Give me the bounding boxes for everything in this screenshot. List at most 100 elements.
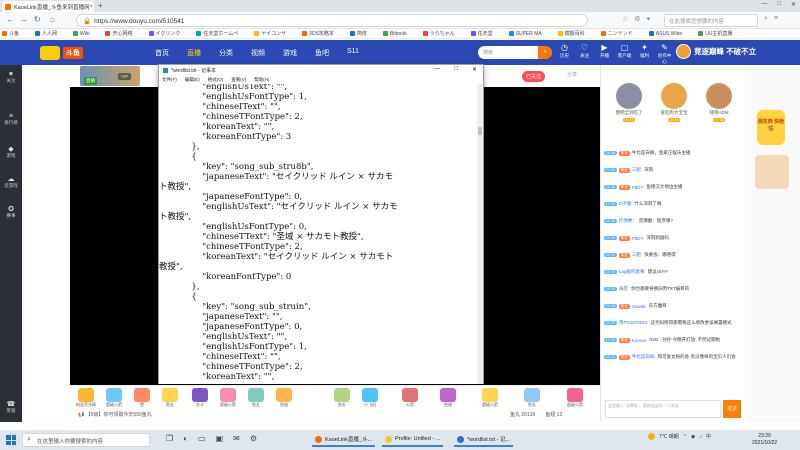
star-icon[interactable]: ☆ <box>622 15 628 23</box>
header-icon-item[interactable]: ✎ 创作中心 <box>656 43 673 65</box>
close-tab-icon[interactable]: × <box>90 4 94 10</box>
bookmark-item[interactable]: UU主机直播 <box>698 29 740 38</box>
chat-username[interactable]: Suwak: <box>632 304 647 309</box>
bookmark-item[interactable]: SUPER MA <box>508 29 550 38</box>
nav-item[interactable]: S11 <box>347 48 359 58</box>
notepad-menu-item[interactable]: 编辑(E) <box>185 77 200 83</box>
rank-item[interactable]: 钱钱ADM LV 36 <box>699 83 739 123</box>
store-icon[interactable]: ▣ <box>216 434 224 443</box>
bookmark-item[interactable]: 简体 <box>349 29 375 38</box>
network-icon[interactable]: ◉ <box>691 434 695 440</box>
header-icon-item[interactable]: ◷ 历史 <box>556 43 573 65</box>
gift-item[interactable]: 鱼丸 <box>246 388 266 408</box>
gift-item[interactable]: 超级火箭 <box>480 388 500 408</box>
nav-item[interactable]: 游戏 <box>283 48 297 58</box>
gift-item[interactable]: 鱼翅 <box>274 388 294 408</box>
chat-input[interactable]: 这里输入"卡牌啦"，更新会这样一下发送 <box>605 400 721 418</box>
edge-icon[interactable]: ◐ <box>183 434 188 443</box>
nav-item[interactable]: 分类 <box>219 48 233 58</box>
clock[interactable]: 23:29 2021/10/22 <box>752 433 777 447</box>
file-explorer-icon[interactable]: ▭ <box>198 434 206 443</box>
gift-item[interactable]: 赞 <box>132 388 152 408</box>
nav-item[interactable]: 鱼吧 <box>315 48 329 58</box>
sidebar-item[interactable]: ≡ 排行榜 <box>0 113 22 126</box>
bookmark-item[interactable]: Bitbook <box>382 29 415 38</box>
chat-username[interactable]: Kumsa: <box>632 338 647 343</box>
site-search-input[interactable]: 搜索 <box>478 46 538 59</box>
chat-username[interactable]: F8DY: <box>632 185 645 190</box>
share-button[interactable]: 分享 <box>567 71 577 78</box>
chat-username[interactable]: 三肥: <box>632 167 642 173</box>
gift-item[interactable]: 超级火箭 <box>565 388 585 408</box>
notepad-text-area[interactable]: "englishUsText": "", "englishUsFontType"… <box>159 84 477 384</box>
minimize-icon[interactable]: — <box>761 1 767 8</box>
gift-item[interactable]: 超级火箭 <box>218 388 238 408</box>
gift-item[interactable]: 鱼翅 <box>438 388 458 408</box>
search-icon[interactable]: ⌕ <box>764 15 768 23</box>
chat-username[interactable]: 海底: <box>619 286 629 292</box>
notepad-minimize-icon[interactable]: — <box>434 66 440 73</box>
bookmark-item[interactable]: 3DS攻略本 <box>302 29 342 38</box>
bookmark-item[interactable]: イクリンク <box>148 29 189 38</box>
vip-badge[interactable]: VIP <box>118 73 132 80</box>
header-icon-item[interactable]: ▢ 客户端 <box>616 43 633 65</box>
rank-item[interactable]: 我把全洞吃了 LV 43 <box>609 83 649 123</box>
forward-icon[interactable]: → <box>20 15 28 24</box>
gift-item[interactable]: 鱼丸 <box>522 388 542 408</box>
chat-username[interactable]: Lag服的歌事: <box>619 269 646 275</box>
windows-start-icon[interactable] <box>6 435 16 445</box>
chat-username[interactable]: 牛比是白痴: <box>632 354 656 360</box>
gift-item[interactable]: 小飞机 <box>360 388 380 408</box>
chat-username[interactable]: 炸弹梗： <box>619 218 637 224</box>
notepad-menu-item[interactable]: 查看(V) <box>231 77 246 83</box>
settings-icon[interactable]: ⚙ <box>250 434 257 443</box>
gift-item[interactable]: 鱼丸 <box>332 388 352 408</box>
promo-ad[interactable]: 领东西 快抢住 <box>757 110 785 145</box>
ime-icon[interactable]: 中 <box>706 433 711 440</box>
url-field[interactable]: 🔒 https://www.douyu.com/510541 <box>76 14 588 27</box>
notepad-maximize-icon[interactable]: □ <box>454 66 458 73</box>
notepad-menu-item[interactable]: 格式(O) <box>208 77 224 83</box>
gift-item[interactable]: 粉丝荧光棒 <box>76 388 96 408</box>
bookmark-item[interactable]: 模擬百科 <box>557 29 593 38</box>
user-avatar[interactable] <box>676 44 691 59</box>
send-button[interactable]: 发送 <box>723 400 741 418</box>
browser-tab[interactable]: KaoeLink直播_斗鱼来到直播网 × <box>2 1 94 12</box>
reload-icon[interactable]: ↻ <box>34 15 41 24</box>
task-view-icon[interactable]: ❐ <box>166 434 173 443</box>
bookmark-item[interactable]: ASUS Wibe <box>648 29 690 38</box>
follow-button[interactable]: 已关注 <box>522 71 546 82</box>
bookmark-item[interactable]: 任天堂 <box>470 29 501 38</box>
tray-chevron-icon[interactable]: ⌃ <box>683 434 687 440</box>
notepad-menu-item[interactable]: 文件(F) <box>162 77 177 83</box>
new-tab-icon[interactable]: + <box>98 1 103 10</box>
chat-username[interactable]: 三肥: <box>632 252 642 258</box>
sidebar-item[interactable]: ✪ 赛事 <box>0 205 22 219</box>
extension-icon[interactable]: ⚙ <box>634 15 640 23</box>
header-icon-item[interactable]: ♡ 关注 <box>576 43 593 65</box>
rank-item[interactable]: 爱吃枸大宝宝 LV 43 <box>654 83 694 123</box>
chat-username[interactable]: F8DY: <box>632 236 645 241</box>
promo-banner[interactable]: 竟逐巅峰 不破不立 <box>676 44 756 59</box>
menu-icon[interactable]: ≡ <box>774 15 778 23</box>
notepad-menu-item[interactable]: 帮助(H) <box>254 77 269 83</box>
gift-item[interactable]: 鱼丸 <box>160 388 180 408</box>
sidebar-item[interactable]: ☎ 客服 <box>0 400 22 414</box>
notepad-close-icon[interactable]: ✕ <box>472 66 477 73</box>
bookmark-item[interactable]: 斗鱼 <box>2 29 27 38</box>
header-icon-item[interactable]: ▶ 开播 <box>596 43 613 65</box>
notepad-scroll-thumb[interactable] <box>478 127 482 135</box>
bookmark-item[interactable]: Wiki <box>73 29 97 38</box>
bookmark-item[interactable]: 开心网络 <box>105 29 140 38</box>
mail-icon[interactable]: ✉ <box>233 434 240 443</box>
nav-item[interactable]: 直播 <box>187 48 201 58</box>
taskbar-search-input[interactable]: ⌕ 在这里输入你要搜索的内容 <box>22 433 150 447</box>
taskbar-app[interactable]: Profile: Unified - ... <box>382 433 444 447</box>
chat-username[interactable]: 用PO1870054: <box>619 320 649 326</box>
dropdown-icon[interactable]: ▾ <box>647 15 651 23</box>
sidebar-item[interactable]: ♥ 关注 <box>0 71 22 84</box>
back-icon[interactable]: ← <box>6 15 14 24</box>
bubble-tea-ad[interactable] <box>755 155 789 189</box>
notepad-scrollbar[interactable] <box>477 84 483 384</box>
gift-item[interactable]: 火箭 <box>400 388 420 408</box>
